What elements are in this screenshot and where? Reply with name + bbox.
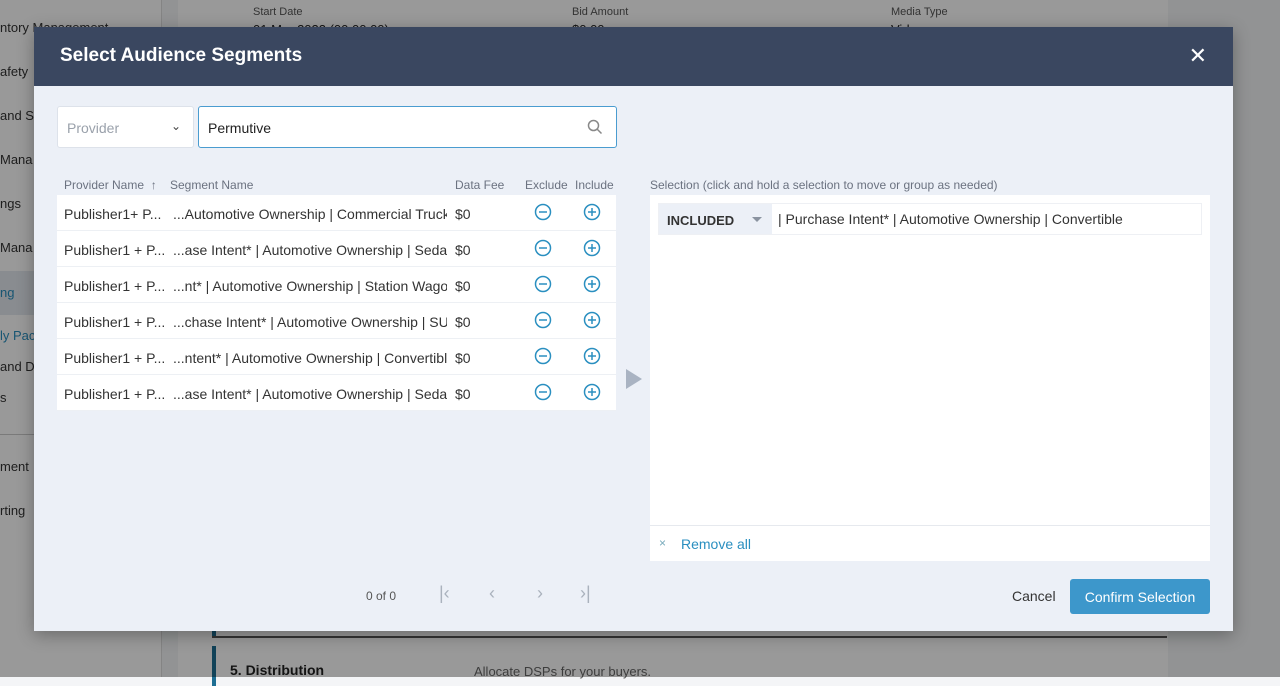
modal-header: Select Audience Segments ✕ xyxy=(34,27,1233,86)
include-plus-icon[interactable] xyxy=(583,311,601,332)
col-segment-name[interactable]: Segment Name xyxy=(170,178,253,192)
selection-type-dropdown[interactable]: INCLUDED xyxy=(659,204,772,234)
cancel-button[interactable]: Cancel xyxy=(1012,588,1056,604)
segment-name: ...ase Intent* | Automotive Ownership | … xyxy=(173,242,447,258)
pagination-count: 0 of 0 xyxy=(366,589,397,603)
remove-all-link[interactable]: Remove all xyxy=(681,536,751,552)
first-page-button[interactable]: |‹ xyxy=(439,583,450,604)
provider-placeholder: Provider xyxy=(67,120,120,136)
exclude-minus-icon[interactable] xyxy=(534,203,552,224)
include-plus-icon[interactable] xyxy=(583,239,601,260)
selection-item[interactable]: INCLUDED | Purchase Intent* | Automotive… xyxy=(658,203,1202,235)
table-row: Publisher1+ P... ...Automotive Ownership … xyxy=(57,195,616,231)
segment-name: ...nt* | Automotive Ownership | Station … xyxy=(173,278,447,294)
table-row: Publisher1 + P... ...ase Intent* | Automo… xyxy=(57,375,616,411)
audience-segments-modal: Select Audience Segments ✕ Provider ⌄ Pe… xyxy=(34,27,1233,631)
segment-table: Publisher1+ P... ...Automotive Ownership … xyxy=(57,195,616,411)
remove-icon[interactable]: × xyxy=(659,536,666,550)
exclude-minus-icon[interactable] xyxy=(534,383,552,404)
provider-name: Publisher1 + P... xyxy=(64,386,166,402)
provider-name: Publisher1 + P... xyxy=(64,314,166,330)
col-exclude: Exclude xyxy=(525,178,568,192)
selection-panel: INCLUDED | Purchase Intent* | Automotive… xyxy=(650,195,1210,561)
segment-name: ...chase Intent* | Automotive Ownership … xyxy=(173,314,447,330)
exclude-minus-icon[interactable] xyxy=(534,239,552,260)
table-row: Publisher1 + P... ...ntent* | Automotive … xyxy=(57,339,616,375)
table-row: Publisher1 + P... ...chase Intent* | Auto… xyxy=(57,303,616,339)
sort-asc-icon: ↑ xyxy=(150,178,157,192)
data-fee: $0 xyxy=(455,386,471,402)
prev-page-button[interactable]: ‹ xyxy=(489,583,495,604)
caret-down-icon xyxy=(752,217,762,222)
segment-name: ...ase Intent* | Automotive Ownership | … xyxy=(173,386,447,402)
selection-label: Selection (click and hold a selection to… xyxy=(650,178,998,192)
search-input[interactable]: Permutive xyxy=(198,106,617,148)
provider-name: Publisher1+ P... xyxy=(64,206,162,222)
confirm-selection-button[interactable]: Confirm Selection xyxy=(1070,579,1210,614)
data-fee: $0 xyxy=(455,206,471,222)
provider-name: Publisher1 + P... xyxy=(64,242,166,258)
selection-text: | Purchase Intent* | Automotive Ownershi… xyxy=(778,211,1123,227)
close-icon[interactable]: ✕ xyxy=(1189,45,1207,67)
data-fee: $0 xyxy=(455,242,471,258)
modal-title: Select Audience Segments xyxy=(60,45,303,66)
provider-dropdown[interactable]: Provider ⌄ xyxy=(57,106,194,148)
include-plus-icon[interactable] xyxy=(583,275,601,296)
search-icon[interactable] xyxy=(586,118,604,139)
next-page-button[interactable]: › xyxy=(537,583,543,604)
chevron-down-icon: ⌄ xyxy=(170,119,181,133)
search-value: Permutive xyxy=(208,120,272,136)
segment-name: ...ntent* | Automotive Ownership | Conve… xyxy=(173,350,447,366)
include-plus-icon[interactable] xyxy=(583,203,601,224)
exclude-minus-icon[interactable] xyxy=(534,275,552,296)
col-provider-name[interactable]: Provider Name ↑ xyxy=(64,178,157,192)
selection-footer: × Remove all xyxy=(650,525,1210,561)
data-fee: $0 xyxy=(455,314,471,330)
col-data-fee[interactable]: Data Fee xyxy=(455,178,504,192)
col-label: Provider Name xyxy=(64,178,145,192)
provider-name: Publisher1 + P... xyxy=(64,350,166,366)
last-page-button[interactable]: ›| xyxy=(580,583,591,604)
data-fee: $0 xyxy=(455,350,471,366)
table-row: Publisher1 + P... ...nt* | Automotive Own… xyxy=(57,267,616,303)
exclude-minus-icon[interactable] xyxy=(534,311,552,332)
segment-name: ...Automotive Ownership | Commercial Tru… xyxy=(173,206,447,222)
col-include: Include xyxy=(575,178,614,192)
exclude-minus-icon[interactable] xyxy=(534,347,552,368)
include-plus-icon[interactable] xyxy=(583,383,601,404)
provider-name: Publisher1 + P... xyxy=(64,278,166,294)
data-fee: $0 xyxy=(455,278,471,294)
table-row: Publisher1 + P... ...ase Intent* | Automo… xyxy=(57,231,616,267)
move-right-arrow-icon[interactable] xyxy=(626,369,642,389)
include-plus-icon[interactable] xyxy=(583,347,601,368)
selection-type: INCLUDED xyxy=(667,213,735,228)
